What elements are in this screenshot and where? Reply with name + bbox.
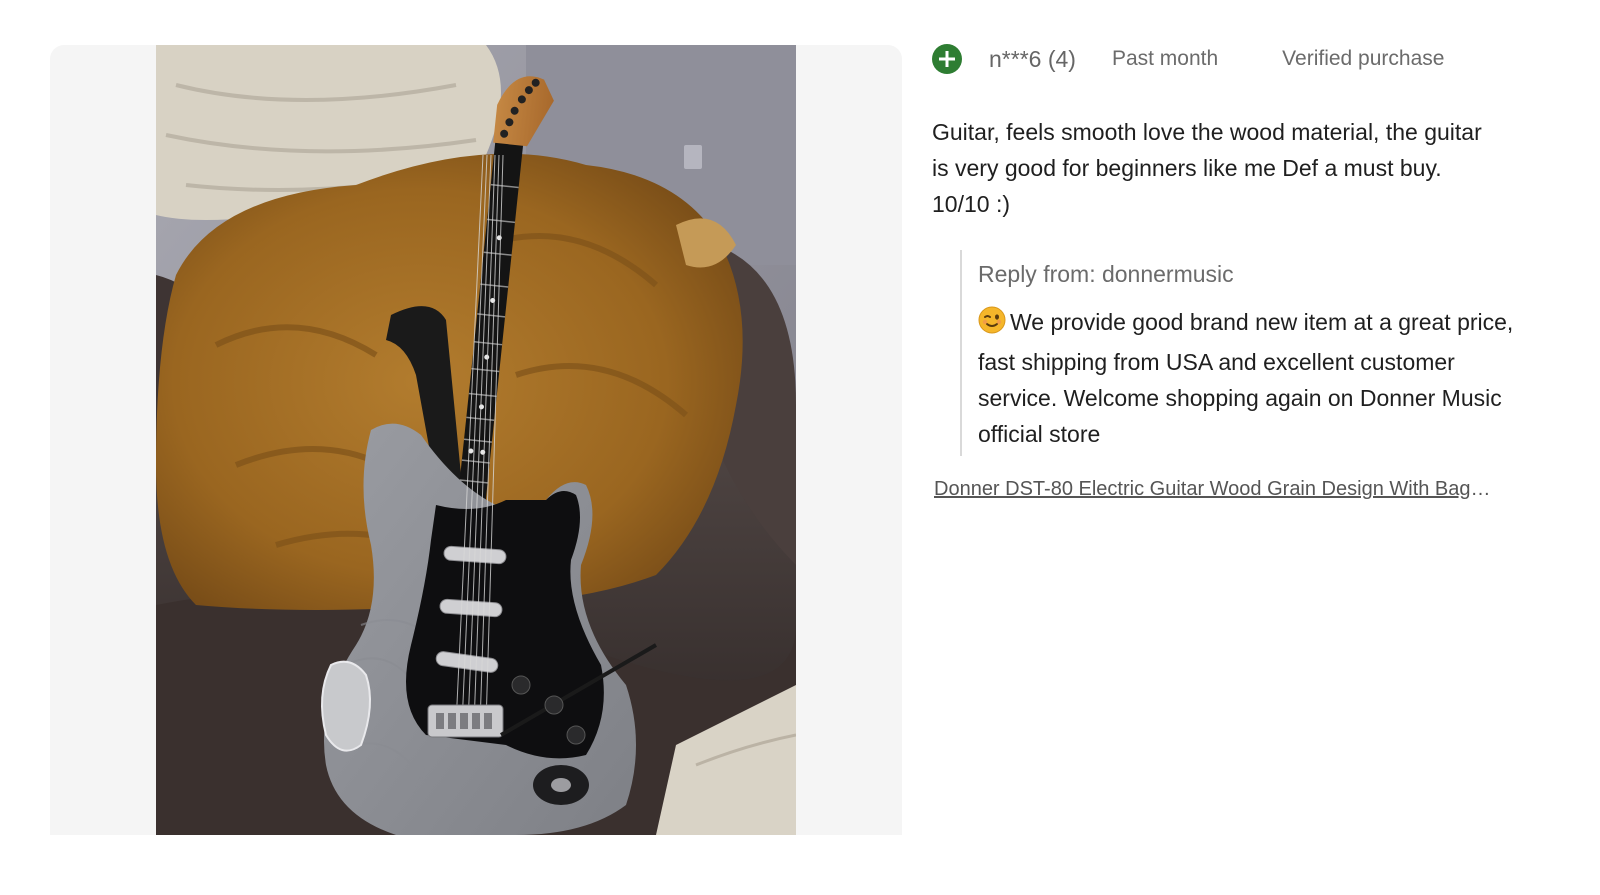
verified-purchase-label: Verified purchase xyxy=(1282,47,1445,70)
review-card: n***6 (4) Past month Verified purchase G… xyxy=(932,40,1552,501)
plus-circle-icon xyxy=(932,44,962,74)
reply-text: We provide good brand new item at a grea… xyxy=(978,309,1514,447)
wink-emoji-icon xyxy=(978,306,1006,344)
product-link[interactable]: Donner DST-80 Electric Guitar Wood Grain… xyxy=(934,478,1494,501)
review-page: n***6 (4) Past month Verified purchase G… xyxy=(0,0,1600,895)
guitar-photo-illustration xyxy=(156,45,796,835)
reply-body: We provide good brand new item at a grea… xyxy=(978,304,1538,452)
review-text: Guitar, feels smooth love the wood mater… xyxy=(932,119,1482,217)
review-date: Past month xyxy=(1111,47,1219,70)
seller-reply: Reply from: donnermusic We provide good … xyxy=(960,250,1538,456)
reply-from-label: Reply from: donnermusic xyxy=(978,261,1234,287)
review-photo[interactable] xyxy=(156,45,796,835)
review-photo-panel xyxy=(50,45,902,835)
reviewer-name: n***6 (4) xyxy=(989,45,1076,72)
review-header: n***6 (4) Past month Verified purchase xyxy=(932,40,1552,78)
